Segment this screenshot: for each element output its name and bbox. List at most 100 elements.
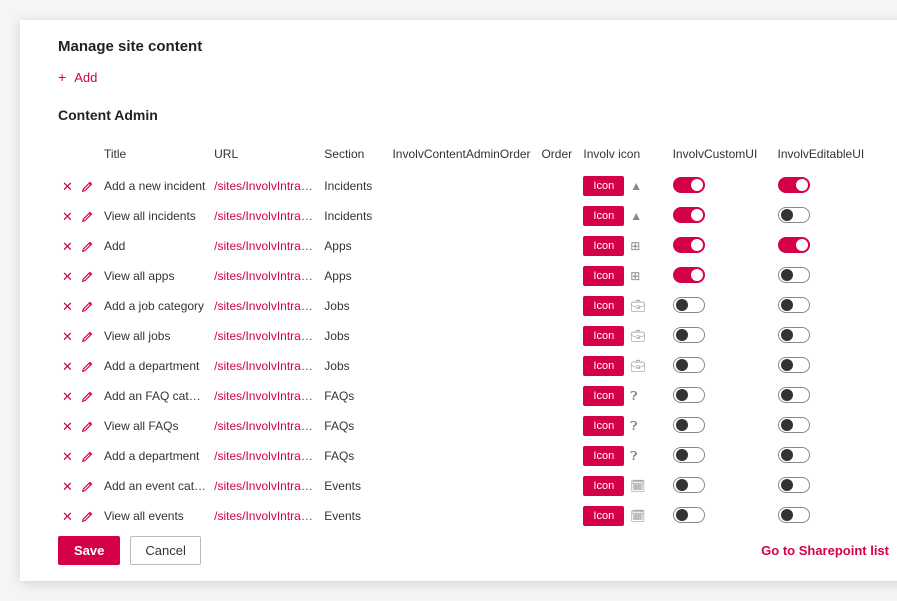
- icon-button[interactable]: Icon: [583, 296, 624, 316]
- cell-url[interactable]: /sites/InvolvIntrane..: [210, 381, 320, 411]
- cell-url[interactable]: /sites/InvolvIntrane..: [210, 501, 320, 531]
- table-row: ✕View all apps/sites/InvolvIntrane..Apps…: [58, 261, 889, 291]
- section-title: Content Admin: [58, 107, 889, 123]
- delete-button[interactable]: ✕: [62, 450, 73, 463]
- toggle[interactable]: [673, 177, 705, 193]
- section-mini-icon: 💼︎: [630, 299, 645, 313]
- col-icon: Involv icon: [579, 141, 668, 171]
- cell-title: View all incidents: [100, 201, 210, 231]
- toggle[interactable]: [778, 477, 810, 493]
- cell-url[interactable]: /sites/InvolvIntrane..: [210, 261, 320, 291]
- cell-url[interactable]: /sites/InvolvIntrane..: [210, 171, 320, 201]
- toggle[interactable]: [778, 327, 810, 343]
- toggle[interactable]: [778, 297, 810, 313]
- icon-button[interactable]: Icon: [583, 236, 624, 256]
- toggle[interactable]: [673, 507, 705, 523]
- cell-section: Incidents: [320, 201, 388, 231]
- delete-button[interactable]: ✕: [62, 330, 73, 343]
- icon-button[interactable]: Icon: [583, 266, 624, 286]
- icon-button[interactable]: Icon: [583, 326, 624, 346]
- edit-button[interactable]: [81, 480, 94, 493]
- toggle[interactable]: [673, 447, 705, 463]
- content-table: Title URL Section InvolvContentAdminOrde…: [58, 141, 889, 531]
- cell-title: Add a new incident: [100, 171, 210, 201]
- toggle[interactable]: [673, 387, 705, 403]
- section-mini-icon: ❓︎: [630, 389, 637, 403]
- delete-button[interactable]: ✕: [62, 240, 73, 253]
- delete-button[interactable]: ✕: [62, 360, 73, 373]
- edit-button[interactable]: [81, 390, 94, 403]
- toggle[interactable]: [673, 207, 705, 223]
- section-mini-icon: ▲: [630, 209, 642, 223]
- delete-button[interactable]: ✕: [62, 210, 73, 223]
- cell-section: Apps: [320, 261, 388, 291]
- table-row: ✕Add a department/sites/InvolvIntrane..F…: [58, 441, 889, 471]
- cell-url[interactable]: /sites/InvolvIntrane..: [210, 231, 320, 261]
- toggle[interactable]: [778, 267, 810, 283]
- cell-section: Incidents: [320, 171, 388, 201]
- delete-button[interactable]: ✕: [62, 300, 73, 313]
- toggle[interactable]: [673, 477, 705, 493]
- toggle[interactable]: [673, 357, 705, 373]
- section-mini-icon: ❓︎: [630, 419, 637, 433]
- go-to-sharepoint-link[interactable]: Go to Sharepoint list: [761, 543, 889, 558]
- edit-button[interactable]: [81, 300, 94, 313]
- cell-title: View all jobs: [100, 321, 210, 351]
- cell-url[interactable]: /sites/InvolvIntrane..: [210, 351, 320, 381]
- icon-button[interactable]: Icon: [583, 386, 624, 406]
- delete-button[interactable]: ✕: [62, 480, 73, 493]
- section-mini-icon: 🗓︎: [630, 479, 645, 493]
- toggle[interactable]: [673, 297, 705, 313]
- toggle[interactable]: [673, 417, 705, 433]
- edit-button[interactable]: [81, 450, 94, 463]
- cell-section: FAQs: [320, 411, 388, 441]
- col-editable-ui: InvolvEditableUI: [774, 141, 889, 171]
- toggle[interactable]: [778, 357, 810, 373]
- icon-button[interactable]: Icon: [583, 476, 624, 496]
- edit-button[interactable]: [81, 420, 94, 433]
- icon-button[interactable]: Icon: [583, 206, 624, 226]
- cell-section: FAQs: [320, 381, 388, 411]
- cell-section: Jobs: [320, 321, 388, 351]
- icon-button[interactable]: Icon: [583, 446, 624, 466]
- cell-section: FAQs: [320, 441, 388, 471]
- toggle[interactable]: [673, 237, 705, 253]
- toggle[interactable]: [778, 417, 810, 433]
- delete-button[interactable]: ✕: [62, 510, 73, 523]
- delete-button[interactable]: ✕: [62, 390, 73, 403]
- toggle[interactable]: [673, 267, 705, 283]
- cell-url[interactable]: /sites/InvolvIntrane..: [210, 471, 320, 501]
- edit-button[interactable]: [81, 360, 94, 373]
- delete-button[interactable]: ✕: [62, 180, 73, 193]
- cell-title: Add a department: [100, 351, 210, 381]
- add-button[interactable]: + Add: [58, 69, 97, 85]
- table-row: ✕Add an event categ../sites/InvolvIntran…: [58, 471, 889, 501]
- icon-button[interactable]: Icon: [583, 176, 624, 196]
- edit-button[interactable]: [81, 330, 94, 343]
- edit-button[interactable]: [81, 240, 94, 253]
- table-wrapper: Title URL Section InvolvContentAdminOrde…: [58, 141, 889, 531]
- cell-url[interactable]: /sites/InvolvIntrane..: [210, 441, 320, 471]
- cell-section: Jobs: [320, 351, 388, 381]
- cell-url[interactable]: /sites/InvolvIntrane..: [210, 321, 320, 351]
- cell-title: Add a job category: [100, 291, 210, 321]
- edit-button[interactable]: [81, 210, 94, 223]
- icon-button[interactable]: Icon: [583, 416, 624, 436]
- toggle[interactable]: [778, 507, 810, 523]
- edit-button[interactable]: [81, 180, 94, 193]
- cell-url[interactable]: /sites/InvolvIntrane..: [210, 291, 320, 321]
- cell-url[interactable]: /sites/InvolvIntrane..: [210, 201, 320, 231]
- icon-button[interactable]: Icon: [583, 506, 624, 526]
- edit-button[interactable]: [81, 510, 94, 523]
- edit-button[interactable]: [81, 270, 94, 283]
- toggle[interactable]: [778, 447, 810, 463]
- delete-button[interactable]: ✕: [62, 270, 73, 283]
- toggle[interactable]: [778, 207, 810, 223]
- toggle[interactable]: [778, 387, 810, 403]
- toggle[interactable]: [778, 237, 810, 253]
- cell-url[interactable]: /sites/InvolvIntrane..: [210, 411, 320, 441]
- toggle[interactable]: [673, 327, 705, 343]
- toggle[interactable]: [778, 177, 810, 193]
- delete-button[interactable]: ✕: [62, 420, 73, 433]
- icon-button[interactable]: Icon: [583, 356, 624, 376]
